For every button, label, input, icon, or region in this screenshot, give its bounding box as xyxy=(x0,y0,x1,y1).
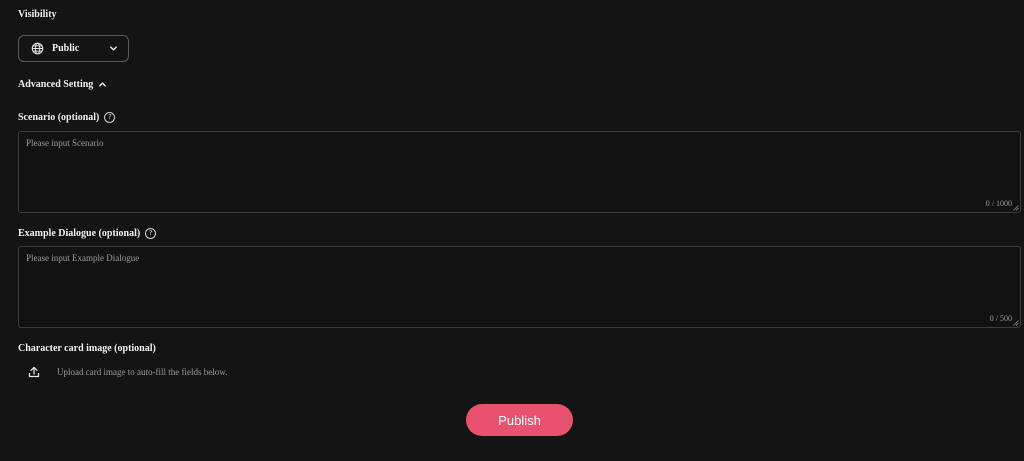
example-dialogue-char-counter: 0 / 500 xyxy=(989,314,1012,323)
visibility-label: Visibility xyxy=(18,9,57,20)
scenario-textarea-container: 0 / 1000 xyxy=(18,131,1021,213)
resize-handle-icon[interactable] xyxy=(1013,205,1019,211)
chevron-up-icon xyxy=(99,82,107,87)
visibility-selected-value: Public xyxy=(52,43,80,54)
upload-card-image-text: Upload card image to auto-fill the field… xyxy=(57,367,228,377)
scenario-label: Scenario (optional) ? xyxy=(18,112,116,123)
upload-card-image-button[interactable]: Upload card image to auto-fill the field… xyxy=(28,366,227,378)
scenario-input[interactable] xyxy=(19,132,1020,212)
character-card-image-label: Character card image (optional) xyxy=(18,343,156,354)
example-dialogue-input[interactable] xyxy=(19,247,1020,327)
help-circle-icon[interactable]: ? xyxy=(145,228,157,239)
help-circle-icon[interactable]: ? xyxy=(104,112,116,123)
globe-icon xyxy=(31,42,44,55)
example-dialogue-label: Example Dialogue (optional) ? xyxy=(18,228,157,239)
resize-handle-icon[interactable] xyxy=(1013,320,1019,326)
example-dialogue-textarea-container: 0 / 500 xyxy=(18,246,1021,328)
upload-icon xyxy=(28,366,40,378)
chevron-down-icon xyxy=(110,46,117,51)
visibility-dropdown[interactable]: Public xyxy=(18,35,129,62)
advanced-setting-toggle[interactable]: Advanced Setting xyxy=(18,79,107,90)
publish-button[interactable]: Publish xyxy=(466,404,573,436)
scenario-char-counter: 0 / 1000 xyxy=(985,199,1012,208)
